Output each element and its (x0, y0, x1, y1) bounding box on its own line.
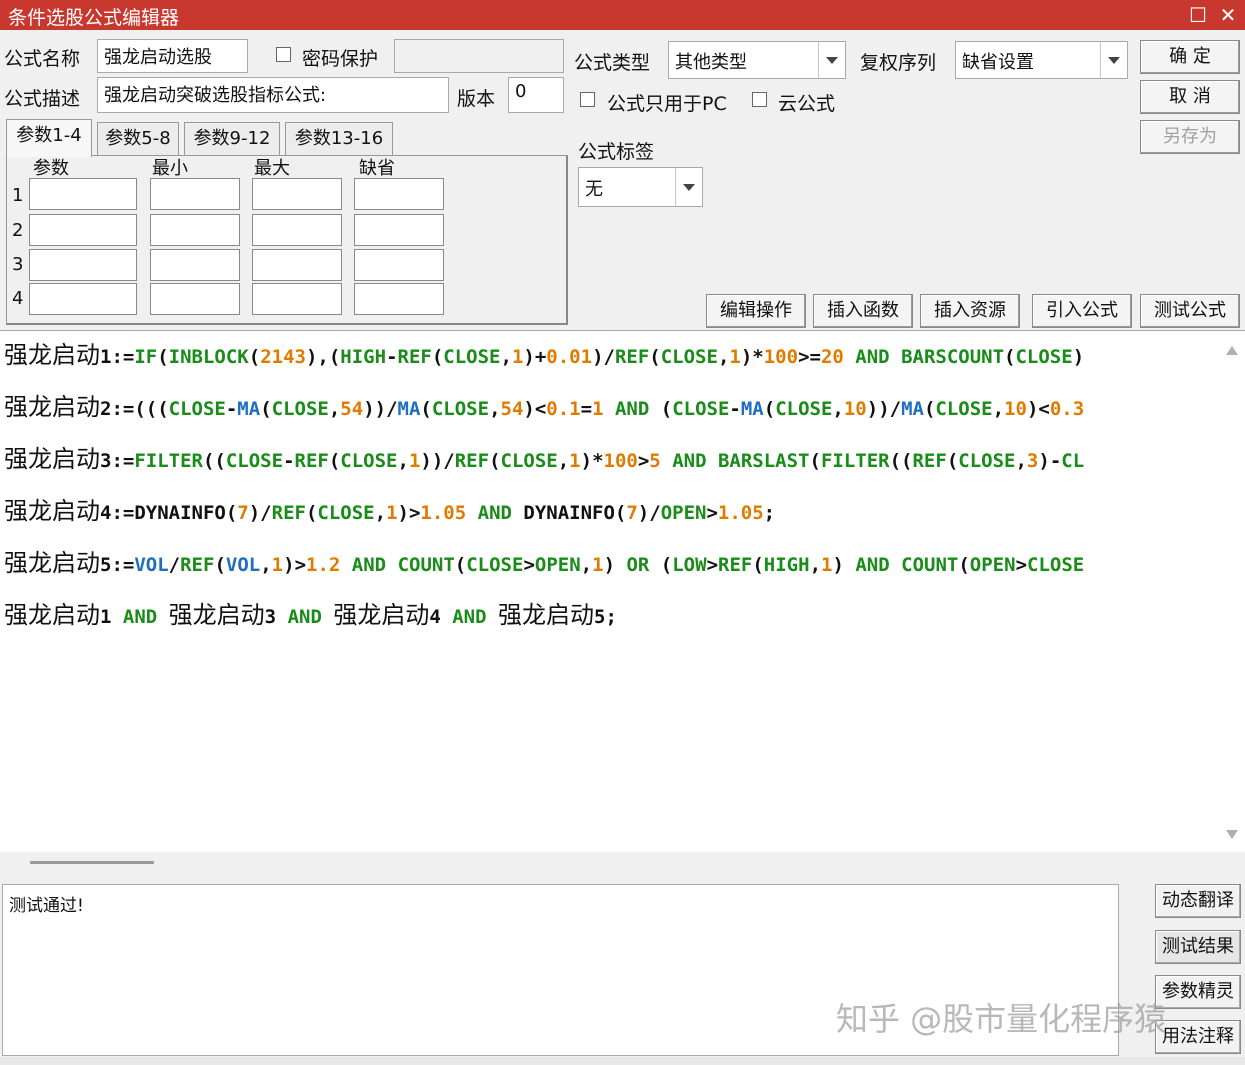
param-min-input[interactable] (150, 178, 240, 210)
dynamic-translate-button[interactable]: 动态翻译 (1155, 884, 1241, 918)
formula-name-input[interactable]: 强龙启动选股 (97, 39, 248, 73)
maximize-icon[interactable]: ☐ (1184, 2, 1212, 28)
insert-function-button[interactable]: 插入函数 (813, 294, 913, 328)
formula-name-label: 公式名称 (4, 48, 81, 70)
code-line: 强龙启动1:=IF(INBLOCK(2143),(HIGH-REF(CLOSE,… (4, 341, 1085, 369)
formula-tag-value: 无 (585, 179, 603, 200)
param-header-min: 最小 (152, 158, 188, 179)
code-line: 强龙启动3:=FILTER((CLOSE-REF(CLOSE,1))/REF(C… (4, 445, 1085, 473)
scroll-up-icon[interactable] (1226, 346, 1238, 355)
param-min-input[interactable] (150, 249, 240, 281)
vertical-scrollbar[interactable] (1221, 332, 1243, 852)
formula-tag-select[interactable]: 无 (578, 167, 703, 207)
save-as-button[interactable]: 另存为 (1140, 120, 1240, 154)
param-wizard-button[interactable]: 参数精灵 (1155, 975, 1241, 1009)
insert-resource-button[interactable]: 插入资源 (920, 294, 1020, 328)
param-name-input[interactable] (29, 283, 137, 315)
import-formula-button[interactable]: 引入公式 (1032, 294, 1132, 328)
test-result-button[interactable]: 测试结果 (1155, 930, 1241, 964)
param-row-label: 2 (12, 220, 24, 241)
tab-params-5-8[interactable]: 参数5-8 (97, 122, 179, 156)
pc-only-checkbox[interactable] (580, 92, 595, 107)
cloud-label: 云公式 (778, 93, 836, 115)
test-formula-button[interactable]: 测试公式 (1140, 294, 1240, 328)
param-default-input[interactable] (354, 249, 444, 281)
password-checkbox[interactable] (276, 47, 291, 62)
param-max-input[interactable] (252, 249, 342, 281)
cloud-checkbox[interactable] (752, 92, 767, 107)
tab-params-9-12[interactable]: 参数9-12 (184, 122, 280, 156)
chevron-down-icon[interactable] (675, 168, 702, 206)
rights-series-select[interactable]: 缺省设置 (955, 41, 1128, 79)
code-line: 强龙启动1 AND 强龙启动3 AND 强龙启动4 AND 强龙启动5; (4, 601, 617, 629)
param-default-input[interactable] (354, 283, 444, 315)
formula-desc-label: 公式描述 (4, 88, 81, 110)
code-line: 强龙启动4:=DYNAINFO(7)/REF(CLOSE,1)>1.05 AND… (4, 497, 776, 525)
code-line: 强龙启动5:=VOL/REF(VOL,1)>1.2 AND COUNT(CLOS… (4, 549, 1085, 577)
rights-series-value: 缺省设置 (962, 52, 1034, 73)
param-max-input[interactable] (252, 283, 342, 315)
param-header-max: 最大 (254, 158, 290, 179)
param-name-input[interactable] (29, 214, 137, 246)
formula-type-select[interactable]: 其他类型 (668, 41, 846, 79)
password-input (394, 39, 564, 73)
formula-type-value: 其他类型 (675, 52, 747, 73)
param-row-label: 1 (12, 185, 24, 206)
chevron-down-icon[interactable] (818, 42, 845, 78)
test-result-text: 测试通过! (9, 896, 84, 916)
code-line: 强龙启动2:=(((CLOSE-MA(CLOSE,54))/MA(CLOSE,5… (4, 393, 1085, 421)
param-max-input[interactable] (252, 178, 342, 210)
param-min-input[interactable] (150, 283, 240, 315)
param-max-input[interactable] (252, 214, 342, 246)
param-header-default: 缺省 (359, 158, 395, 179)
version-label: 版本 (457, 88, 496, 110)
param-name-input[interactable] (29, 178, 137, 210)
param-default-input[interactable] (354, 214, 444, 246)
scroll-down-icon[interactable] (1226, 830, 1238, 839)
version-input[interactable]: 0 (508, 77, 564, 113)
rights-series-label: 复权序列 (860, 52, 937, 74)
horizontal-scroll-thumb[interactable] (30, 861, 154, 864)
formula-desc-input[interactable]: 强龙启动突破选股指标公式: (97, 77, 449, 113)
chevron-down-icon[interactable] (1100, 42, 1127, 78)
usage-notes-button[interactable]: 用法注释 (1155, 1020, 1241, 1054)
password-label: 密码保护 (302, 48, 379, 70)
param-default-input[interactable] (354, 178, 444, 210)
param-name-input[interactable] (29, 249, 137, 281)
tab-params-1-4[interactable]: 参数1-4 (6, 119, 92, 157)
title-bar[interactable]: 条件选股公式编辑器 ☐ ✕ (0, 0, 1245, 30)
param-row-label: 3 (12, 254, 24, 275)
window-title: 条件选股公式编辑器 (8, 7, 180, 29)
formula-type-label: 公式类型 (574, 52, 651, 74)
close-icon[interactable]: ✕ (1214, 2, 1242, 28)
param-header-name: 参数 (33, 158, 69, 179)
edit-ops-button[interactable]: 编辑操作 (706, 294, 806, 328)
tab-params-13-16[interactable]: 参数13-16 (285, 122, 393, 156)
watermark: 知乎 @股市量化程序猿 (836, 1000, 1167, 1038)
param-row-label: 4 (12, 288, 24, 309)
horizontal-scrollbar[interactable] (0, 852, 1245, 878)
param-min-input[interactable] (150, 214, 240, 246)
cancel-button[interactable]: 取 消 (1140, 80, 1240, 114)
ok-button[interactable]: 确 定 (1140, 40, 1240, 74)
code-editor[interactable]: 强龙启动1:=IF(INBLOCK(2143),(HIGH-REF(CLOSE,… (0, 330, 1245, 853)
pc-only-label: 公式只用于PC (607, 93, 727, 115)
bottom-strip (0, 1057, 1245, 1065)
formula-tag-label: 公式标签 (578, 141, 655, 163)
